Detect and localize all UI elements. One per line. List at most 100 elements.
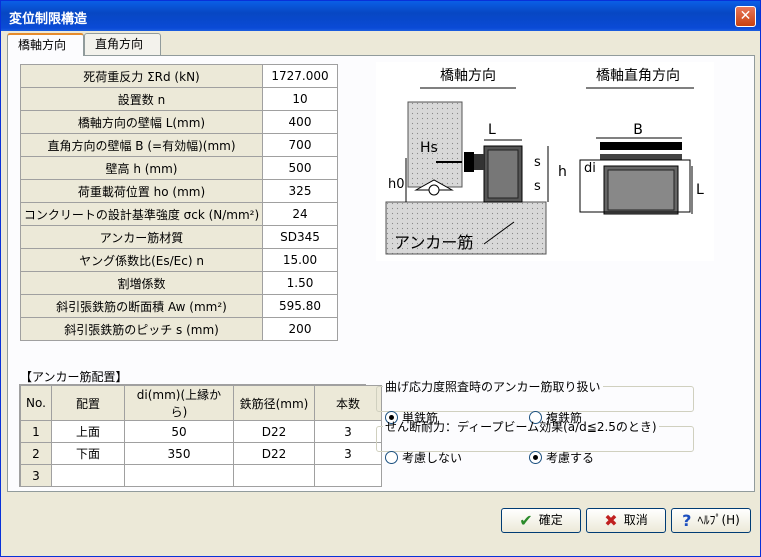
tab-panel: 死荷重反力 ΣRd (kN) 1727.000 設置数 n 10 橋軸方向の壁幅 L(m…	[7, 55, 755, 492]
anchor-col-header: 本数	[314, 385, 382, 421]
param-value-field[interactable]: 1.50	[262, 271, 338, 295]
dialog-window: 変位制限構造 ✕ 橋軸方向 直角方向 死荷重反力 ΣRd (kN) 1727.00…	[0, 0, 761, 557]
window-title: 変位制限構造	[9, 12, 88, 27]
param-value-field[interactable]: SD345	[262, 225, 338, 249]
param-spacer	[337, 225, 365, 249]
label-hs: Hs	[420, 140, 438, 156]
param-value-field[interactable]: 1727.000	[262, 64, 338, 88]
label-l: L	[488, 122, 496, 138]
param-label: 壁高 h (mm)	[20, 156, 263, 180]
param-value-field[interactable]: 24	[262, 202, 338, 226]
tab-perpendicular[interactable]: 直角方向	[84, 33, 161, 55]
anchor-cell-pos[interactable]	[51, 464, 125, 487]
anchor-cell-dia[interactable]: D22	[233, 442, 315, 465]
param-spacer	[337, 271, 365, 295]
param-value-field[interactable]: 200	[262, 317, 338, 341]
param-spacer	[337, 156, 365, 180]
anchor-cell-dia[interactable]	[233, 464, 315, 487]
question-icon: ?	[682, 511, 692, 530]
ok-button[interactable]: ✔ 確定	[501, 508, 581, 533]
bending-group: 曲げ応力度照査時のアンカー筋取り扱い 単鉄筋 複鉄筋	[376, 378, 694, 425]
shear-group: せん断耐力：ディープビーム効果(a/d≦2.5のとき) 考慮しない 考慮する	[376, 418, 694, 465]
param-label: 設置数 n	[20, 87, 263, 111]
top-plate	[600, 142, 682, 150]
anchor-cell-dia[interactable]: D22	[233, 420, 315, 443]
param-label: アンカー筋材質	[20, 225, 263, 249]
param-value-field[interactable]: 325	[262, 179, 338, 203]
label-di: di	[584, 161, 596, 176]
param-label: ヤング係数比(Es/Ec) n	[20, 248, 263, 272]
label-l2: L	[696, 182, 704, 198]
anchor-cell-count[interactable]	[314, 464, 382, 487]
param-value-field[interactable]: 595.80	[262, 294, 338, 318]
param-value-field[interactable]: 10	[262, 87, 338, 111]
radio-considered[interactable]: 考慮する	[529, 449, 594, 466]
param-label: 割増係数	[20, 271, 263, 295]
help-button[interactable]: ? ﾍﾙﾌﾟ(H)	[671, 508, 751, 533]
param-value-field[interactable]: 400	[262, 110, 338, 134]
label-h0: h0	[388, 177, 405, 192]
anchor-col-header: 配置	[51, 385, 125, 421]
row-number: 2	[20, 442, 52, 465]
param-row: コンクリートの設計基準強度 σck (N/mm²) 24	[20, 202, 365, 226]
anchor-col-header: di(mm)(上縁から)	[124, 385, 234, 421]
param-row: 直角方向の壁幅 B (=有効幅)(mm) 700	[20, 133, 365, 157]
label-h: h	[558, 164, 567, 180]
anchor-cell-di[interactable]: 50	[124, 420, 234, 443]
bending-legend: 曲げ応力度照査時のアンカー筋取り扱い	[385, 380, 601, 394]
check-icon: ✔	[519, 511, 533, 530]
cross-icon: ✖	[604, 511, 618, 530]
param-row: ヤング係数比(Es/Ec) n 15.00	[20, 248, 365, 272]
param-row: 死荷重反力 ΣRd (kN) 1727.000	[20, 64, 365, 88]
anchor-cell-count[interactable]: 3	[314, 442, 382, 465]
radio-dot	[529, 451, 542, 464]
cancel-button[interactable]: ✖ 取消	[586, 508, 666, 533]
param-value-field[interactable]: 15.00	[262, 248, 338, 272]
table-row[interactable]: 2 下面 350 D22 3	[20, 442, 382, 465]
param-spacer	[337, 110, 365, 134]
structure-diagram: 橋軸方向 橋軸直角方向 Hs L h0 h s s アンカー筋 B di L	[376, 62, 714, 261]
param-label: 死荷重反力 ΣRd (kN)	[20, 64, 263, 88]
label-b: B	[633, 122, 643, 138]
anchor-col-header: No.	[20, 385, 52, 421]
anchor-cell-pos[interactable]: 上面	[51, 420, 125, 443]
anchor-table[interactable]: No. 配置 di(mm)(上縁から) 鉄筋径(mm) 本数 1 上面 50 D22 3 2 下面 3…	[20, 385, 382, 487]
param-spacer	[337, 202, 365, 226]
close-button[interactable]: ✕	[735, 6, 756, 27]
param-label: 斜引張鉄筋のピッチ s (mm)	[20, 317, 263, 341]
anchor-cell-count[interactable]: 3	[314, 420, 382, 443]
radio-not-considered[interactable]: 考慮しない	[385, 449, 462, 466]
diagram-left-title: 橋軸方向	[440, 68, 496, 84]
param-label: 荷重載荷位置 ho (mm)	[20, 179, 263, 203]
param-label: コンクリートの設計基準強度 σck (N/mm²)	[20, 202, 263, 226]
param-row: 斜引張鉄筋の断面積 Aw (mm²) 595.80	[20, 294, 365, 318]
table-row[interactable]: 3	[20, 464, 382, 487]
param-spacer	[337, 317, 365, 341]
anchor-cell-di[interactable]	[124, 464, 234, 487]
tab-bridge-axis[interactable]: 橋軸方向	[7, 33, 84, 56]
param-row: アンカー筋材質 SD345	[20, 225, 365, 249]
anchor-cell-pos[interactable]: 下面	[51, 442, 125, 465]
param-value-field[interactable]: 500	[262, 156, 338, 180]
param-row: 斜引張鉄筋のピッチ s (mm) 200	[20, 317, 365, 341]
radio-dot	[385, 451, 398, 464]
row-number: 1	[20, 420, 52, 443]
buffer-pad	[464, 152, 474, 172]
table-row[interactable]: 1 上面 50 D22 3	[20, 420, 382, 443]
buffer-pad	[474, 154, 484, 170]
param-value-field[interactable]: 700	[262, 133, 338, 157]
anchor-cell-di[interactable]: 350	[124, 442, 234, 465]
param-row: 設置数 n 10	[20, 87, 365, 111]
stopper-inner	[487, 149, 519, 199]
param-spacer	[337, 64, 365, 88]
param-spacer	[337, 294, 365, 318]
param-spacer	[337, 133, 365, 157]
title-bar[interactable]: 変位制限構造 ✕	[1, 1, 760, 31]
param-spacer	[337, 248, 365, 272]
param-spacer	[337, 179, 365, 203]
label-anchor: アンカー筋	[394, 233, 473, 252]
param-label: 橋軸方向の壁幅 L(mm)	[20, 110, 263, 134]
anchor-section-title: 【アンカー筋配置】	[20, 370, 128, 384]
shear-legend: せん断耐力：ディープビーム効果(a/d≦2.5のとき)	[385, 420, 657, 434]
parameter-table: 死荷重反力 ΣRd (kN) 1727.000 設置数 n 10 橋軸方向の壁幅 L(m…	[20, 64, 365, 341]
